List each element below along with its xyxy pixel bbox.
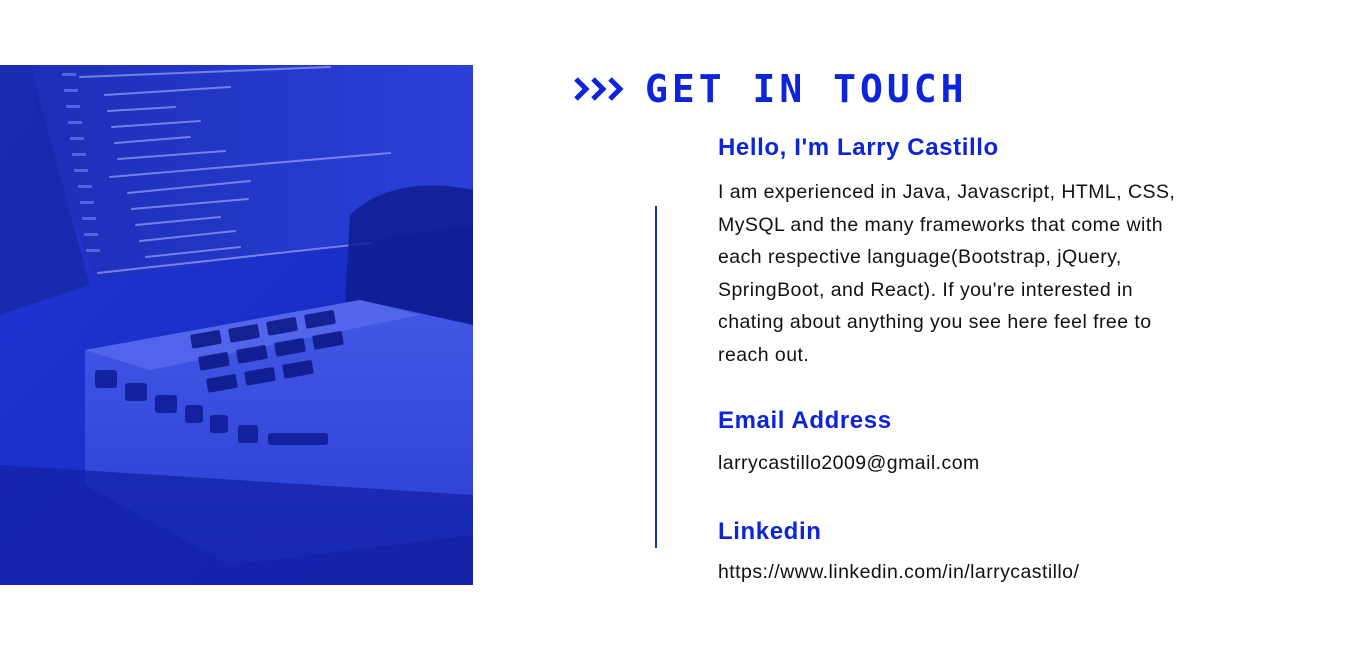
hero-image [0, 65, 473, 585]
intro-line: each respective language(Bootstrap, jQue… [718, 246, 1122, 269]
email-heading: Email Address [718, 407, 892, 434]
section-heading: GET IN TOUCH [573, 66, 968, 112]
intro-line: reach out. [718, 343, 810, 366]
intro-heading: Hello, I'm Larry Castillo [718, 134, 999, 161]
laptop-code-photo [0, 65, 473, 585]
intro-line: I am experienced in Java, Javascript, HT… [718, 181, 1176, 203]
intro-line: SpringBoot, and React). If you're intere… [718, 278, 1134, 301]
linkedin-heading: Linkedin [718, 518, 822, 545]
triple-chevron-right-icon [574, 77, 624, 101]
intro-line: chating about anything you see here feel… [718, 311, 1152, 334]
email-value[interactable]: larrycastillo2009@gmail.com [718, 448, 980, 478]
intro-paragraph: I am experienced in Java, Javascript, HT… [718, 176, 1208, 372]
intro-section: Hello, I'm Larry Castillo I am experienc… [718, 130, 1208, 372]
page-title: GET IN TOUCH [645, 67, 968, 111]
vertical-divider [655, 206, 657, 548]
linkedin-url[interactable]: https://www.linkedin.com/in/larrycastill… [718, 557, 1079, 587]
intro-line: MySQL and the many frameworks that come … [718, 213, 1163, 236]
